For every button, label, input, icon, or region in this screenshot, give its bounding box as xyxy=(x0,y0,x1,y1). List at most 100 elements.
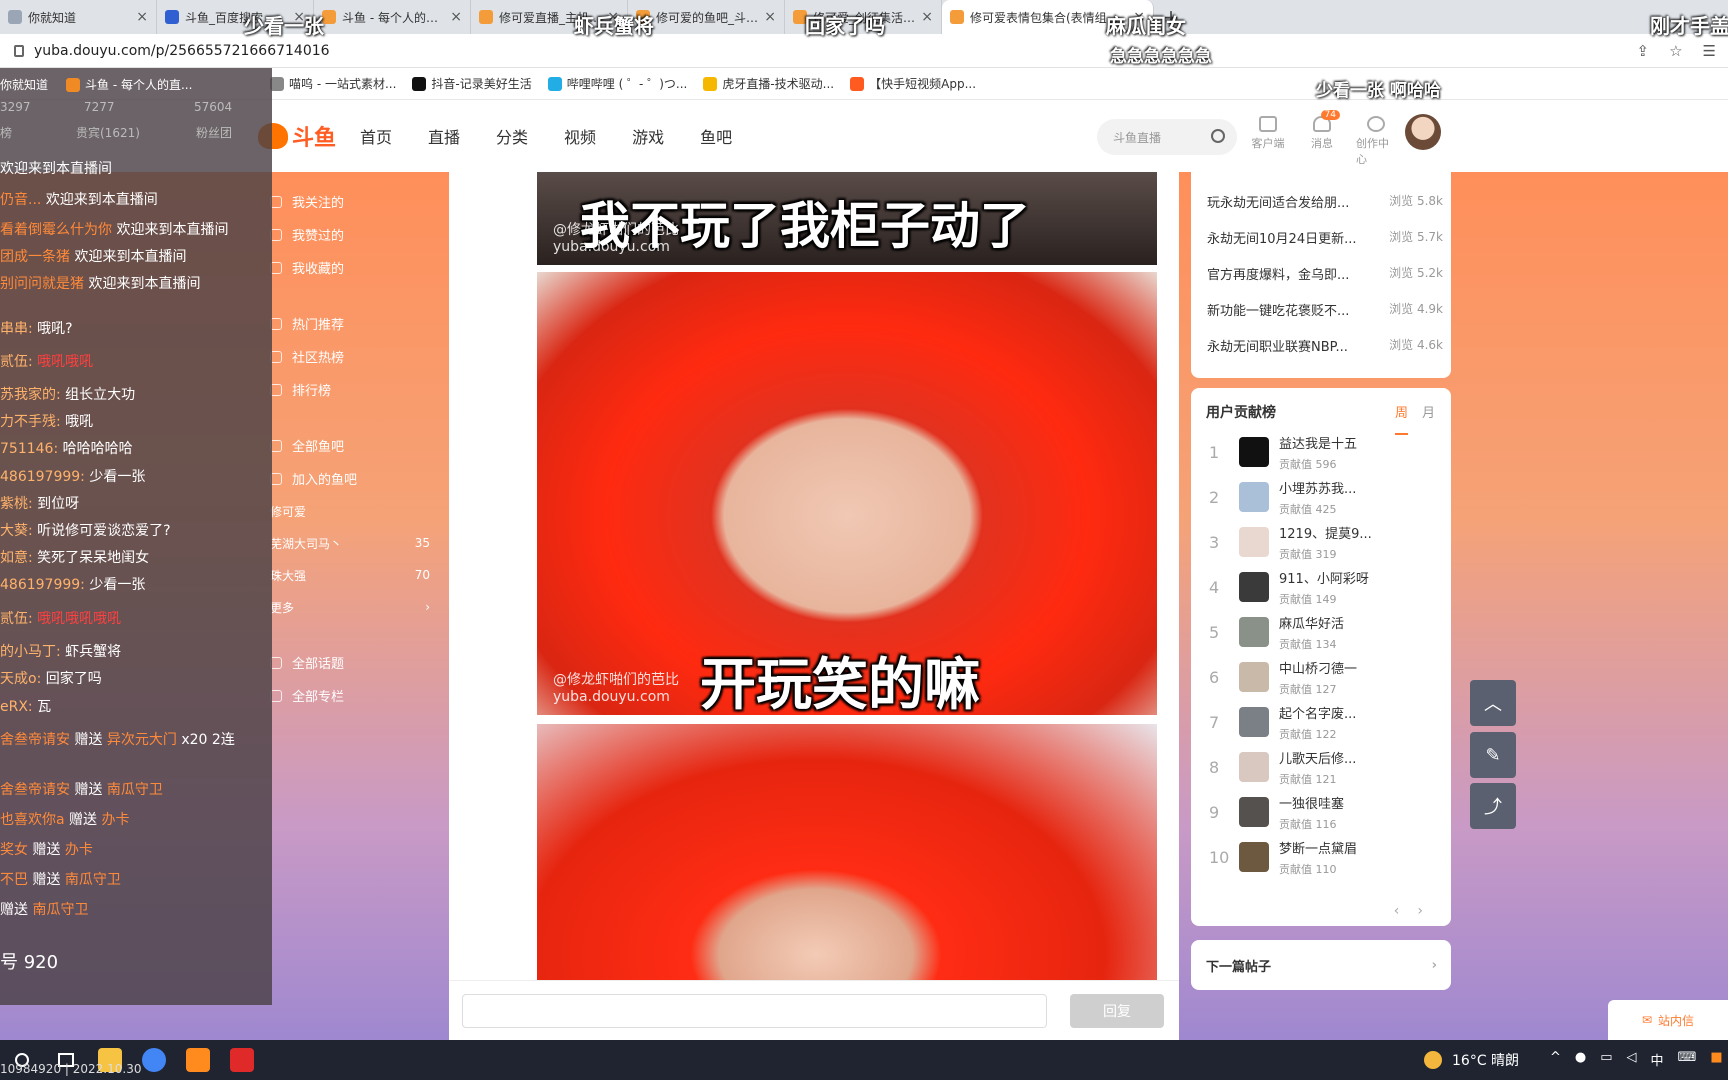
ranking-row[interactable]: 3 1219、提莫9... 贡献值 319 xyxy=(1209,522,1439,562)
bookmark-item[interactable]: 抖音-记录美好生活 xyxy=(412,75,532,92)
menu-ranking[interactable]: 排行榜 xyxy=(270,373,430,406)
menu-community-hot[interactable]: 社区热榜 xyxy=(270,340,430,373)
nav-video[interactable]: 视频 xyxy=(564,124,596,148)
chat-line: 的小马丁: 虾兵蟹将 xyxy=(0,644,122,660)
back-to-top-button[interactable]: ︿ xyxy=(1470,680,1516,726)
search-input[interactable]: 斗鱼直播 xyxy=(1097,119,1237,155)
bookmark-item[interactable]: 虎牙直播-技术驱动... xyxy=(703,75,834,92)
bookmark-icon xyxy=(270,76,284,91)
ranking-row[interactable]: 10 梦断一点黛眉 贡献值 110 xyxy=(1209,837,1439,877)
netease-music-button[interactable] xyxy=(220,1040,264,1080)
hot-post-item[interactable]: 永劫无间10月24日更新... 浏览 5.7k xyxy=(1207,228,1443,247)
mic-icon[interactable]: ● xyxy=(1575,1050,1586,1078)
client-button[interactable]: 客户端 xyxy=(1248,116,1288,167)
hot-post-item[interactable]: 新功能一键吃花褒贬不... 浏览 4.9k xyxy=(1207,300,1443,319)
hot-post-item[interactable]: 玩永劫无间适合发给朋... 浏览 5.8k xyxy=(1207,192,1443,211)
nav-category[interactable]: 分类 xyxy=(496,124,528,148)
close-icon[interactable]: × xyxy=(136,9,148,25)
share-icon[interactable]: ⇪ xyxy=(1637,42,1650,60)
next-post-link[interactable]: 下一篇帖子 › xyxy=(1191,940,1451,990)
ranking-row[interactable]: 4 911、小阿彩呀 贡献值 149 xyxy=(1209,567,1439,607)
messages-button[interactable]: 74 消息 xyxy=(1302,110,1342,167)
chat-line: 看着倒霉么什为你 欢迎来到本直播间 xyxy=(0,222,229,238)
star-icon[interactable]: ☆ xyxy=(1669,42,1682,60)
url-text[interactable]: yuba.douyu.com/p/256655721666714016 xyxy=(34,43,330,59)
browser-tab[interactable]: 斗鱼 - 每个人的直播平台× xyxy=(314,0,471,34)
chat-line: 团成一条猪 欢迎来到本直播间 xyxy=(0,249,187,265)
menu-all-columns[interactable]: 全部专栏 xyxy=(270,679,430,712)
creator-center-button[interactable]: 创作中心 xyxy=(1356,116,1396,167)
bar-item[interactable]: 芜湖大司马丶 35 xyxy=(270,527,430,559)
menu-all-bars[interactable]: 全部鱼吧 xyxy=(270,429,430,462)
bar-more[interactable]: 更多 › xyxy=(270,591,430,623)
mail-icon: ✉ xyxy=(1641,1013,1653,1027)
chat-line: 紫桃: 到位呀 xyxy=(0,496,80,512)
tab-month[interactable]: 月 xyxy=(1422,402,1435,435)
nav-home[interactable]: 首页 xyxy=(360,124,392,148)
danmaku: 回家了吗 xyxy=(805,14,885,38)
post-image[interactable] xyxy=(537,724,1157,980)
nav-game[interactable]: 游戏 xyxy=(632,124,664,148)
hot-post-item[interactable]: 永劫无间职业联赛NBP... 浏览 4.6k xyxy=(1207,336,1443,355)
moon-icon xyxy=(1424,1051,1442,1069)
app-tray-icon[interactable]: ■ xyxy=(1710,1050,1722,1078)
menu-favorites[interactable]: 我收藏的 xyxy=(270,251,430,284)
close-icon[interactable]: × xyxy=(921,9,933,25)
ranking-row[interactable]: 5 麻瓜华好活 贡献值 134 xyxy=(1209,612,1439,652)
user-avatar[interactable] xyxy=(1405,114,1441,150)
close-icon[interactable]: × xyxy=(764,9,776,25)
network-icon[interactable]: ▭ xyxy=(1600,1050,1612,1078)
ime-indicator[interactable]: 中 xyxy=(1651,1050,1664,1078)
menu-joined-bars[interactable]: 加入的鱼吧 xyxy=(270,462,430,495)
monitor-icon xyxy=(1259,116,1277,132)
hot-post-item[interactable]: 官方再度爆料，金乌即... 浏览 5.2k xyxy=(1207,264,1443,283)
ranking-row[interactable]: 1 益达我是十五 贡献值 596 xyxy=(1209,432,1439,472)
huya-icon xyxy=(703,76,718,91)
bookmark-item[interactable]: 喵呜 - 一站式素材... xyxy=(270,75,396,92)
share-button[interactable]: ⤴ xyxy=(1470,783,1516,829)
weather-widget[interactable]: 16°C 晴朗 xyxy=(1424,1050,1519,1070)
ranking-row[interactable]: 9 一独很哇塞 贡献值 116 xyxy=(1209,792,1439,832)
menu-following[interactable]: 我关注的 xyxy=(270,185,430,218)
reading-list-icon[interactable]: ☰ xyxy=(1703,42,1716,60)
app-button[interactable] xyxy=(176,1040,220,1080)
menu-all-topics[interactable]: 全部话题 xyxy=(270,646,430,679)
chevron-up-icon[interactable]: ^ xyxy=(1550,1050,1561,1078)
prev-page-button[interactable]: ‹ xyxy=(1394,903,1400,919)
tab-favicon-icon xyxy=(8,10,22,24)
douyu-icon xyxy=(322,10,336,24)
gift-line: 舍叁帝请安 赠送 异次元大门 x20 2连 xyxy=(0,732,235,748)
bookmark-item[interactable]: 【快手短视频App... xyxy=(850,75,976,92)
bookmark-item[interactable]: 斗鱼 - 每个人的直... xyxy=(66,76,192,93)
bookmark-item[interactable]: 哔哩哔哩 ( ゜- ゜)つ... xyxy=(547,75,687,92)
menu-liked[interactable]: 我赞过的 xyxy=(270,218,430,251)
reply-button[interactable]: 回复 xyxy=(1070,994,1164,1028)
menu-hot[interactable]: 热门推荐 xyxy=(270,307,430,340)
ranking-row[interactable]: 8 儿歌天后修... 贡献值 121 xyxy=(1209,747,1439,787)
bookmark-item[interactable]: 你就知道 xyxy=(0,76,48,93)
mailbox-button[interactable]: ✉ 站内信 xyxy=(1608,1000,1728,1040)
browser-tab[interactable]: 你就知道 × xyxy=(0,0,157,34)
user-avatar xyxy=(1239,662,1269,692)
nav-live[interactable]: 直播 xyxy=(428,124,460,148)
chat-line: 486197999: 少看一张 xyxy=(0,577,146,593)
address-bar[interactable]: yuba.douyu.com/p/256655721666714016 ⇪ ☆ … xyxy=(0,34,1728,68)
next-page-button[interactable]: › xyxy=(1417,903,1423,919)
close-icon[interactable]: × xyxy=(450,9,462,25)
volume-icon[interactable]: ◁ xyxy=(1627,1050,1637,1078)
chrome-icon xyxy=(142,1048,166,1072)
search-icon[interactable] xyxy=(1211,129,1225,143)
header-icons: 客户端 74 消息 创作中心 xyxy=(1248,110,1396,167)
ranking-row[interactable]: 2 小埋苏苏我... 贡献值 425 xyxy=(1209,477,1439,517)
nav-yuba[interactable]: 鱼吧 xyxy=(700,124,732,148)
user-avatar xyxy=(1239,707,1269,737)
address-actions: ⇪ ☆ ☰ xyxy=(1637,42,1716,60)
tab-week[interactable]: 周 xyxy=(1394,402,1408,435)
bar-item[interactable]: 修可爱 xyxy=(270,495,430,527)
edit-button[interactable]: ✎ xyxy=(1470,732,1516,778)
ranking-row[interactable]: 7 起个名字废... 贡献值 122 xyxy=(1209,702,1439,742)
ranking-row[interactable]: 6 中山桥刁德一 贡献值 127 xyxy=(1209,657,1439,697)
keyboard-icon[interactable]: ⌨ xyxy=(1678,1050,1697,1078)
reply-input[interactable] xyxy=(462,994,1047,1028)
bar-item[interactable]: 珠大强 70 xyxy=(270,559,430,591)
